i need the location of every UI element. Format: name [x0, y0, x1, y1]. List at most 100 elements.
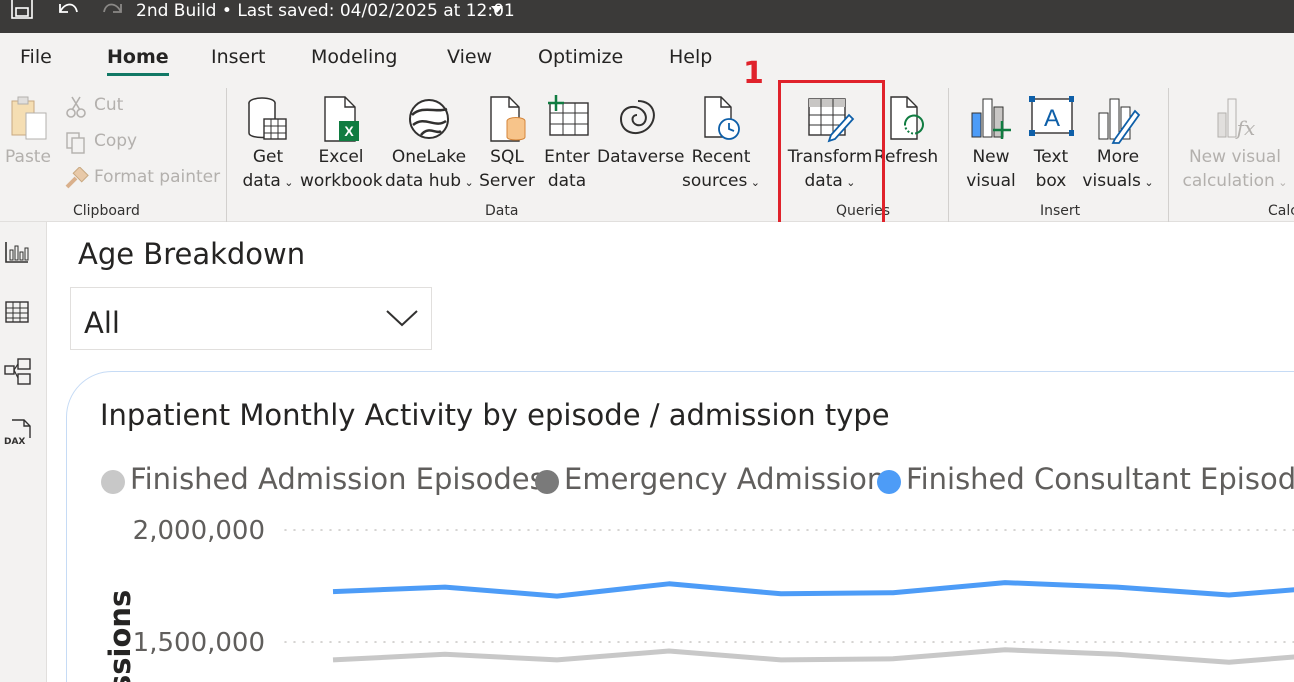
new-visual-label-2: visual [966, 171, 1016, 191]
more-visuals-button[interactable]: More visuals ⌄ [1082, 95, 1154, 195]
refresh-icon [890, 96, 924, 140]
page-heading: Age Breakdown [78, 237, 306, 271]
enter-data-label: Enter [544, 147, 590, 167]
dropdown-caret-icon[interactable] [491, 6, 503, 13]
dataverse-icon [619, 100, 655, 135]
text-box-label-2: box [1035, 171, 1067, 191]
tab-file[interactable]: File [20, 46, 52, 68]
chevron-down-icon: ⌄ [747, 176, 761, 189]
chevron-down-icon: ⌄ [280, 176, 294, 189]
sql-server-icon [490, 96, 526, 142]
document-title[interactable]: 2nd Build • Last saved: 04/02/2025 at 12… [136, 1, 515, 21]
tab-help[interactable]: Help [669, 46, 712, 68]
text-box-icon: A [1029, 96, 1074, 136]
new-visual-label: New [972, 147, 1010, 167]
chevron-down-icon: ⌄ [1140, 176, 1154, 189]
format-painter-label: Format painter [94, 167, 221, 187]
get-data-button[interactable]: Get data ⌄ [238, 95, 298, 195]
cut-label: Cut [94, 95, 124, 115]
table-view-icon[interactable] [4, 300, 30, 324]
step-number-annotation: 1 [743, 56, 764, 91]
tab-optimize[interactable]: Optimize [538, 46, 623, 68]
y-axis-label: ssions [103, 590, 137, 682]
clipboard-group-label: Clipboard [73, 203, 140, 219]
sql-label: SQL [490, 147, 524, 167]
insert-group-label: Insert [1040, 203, 1081, 219]
new-visual-calc-label: New visual [1188, 147, 1282, 167]
tab-home[interactable]: Home [107, 46, 169, 76]
tab-view[interactable]: View [447, 46, 492, 68]
report-view-icon[interactable] [4, 240, 30, 264]
recent-sources-button[interactable]: Recent sources ⌄ [682, 95, 760, 195]
excel-label-2: workbook [300, 171, 383, 191]
save-icon[interactable] [10, 0, 36, 20]
chevron-down-icon [386, 310, 418, 327]
slicer-value: All [84, 306, 120, 340]
get-data-label-2: data [242, 171, 281, 191]
copy-label: Copy [94, 131, 138, 151]
title-separator: • [221, 1, 232, 21]
chevron-down-icon: ⌄ [1274, 176, 1288, 189]
copy-button[interactable]: Copy [64, 131, 184, 155]
line-chart-visual[interactable]: Inpatient Monthly Activity by episode / … [66, 371, 1294, 682]
group-divider [226, 88, 227, 223]
paste-label: Paste [5, 147, 51, 167]
last-saved-text: Last saved: 04/02/2025 at 12:01 [237, 1, 515, 21]
onelake-label: OneLake [391, 147, 467, 167]
onelake-data-hub-button[interactable]: OneLake data hub ⌄ [385, 95, 474, 195]
tab-modeling[interactable]: Modeling [311, 46, 397, 68]
new-visual-icon [971, 98, 1011, 139]
new-visual-button[interactable]: New visual [964, 95, 1018, 193]
text-box-label: Text [1033, 147, 1069, 167]
excel-workbook-button[interactable]: X Excel workbook [300, 95, 383, 193]
enter-data-icon [548, 95, 589, 136]
series-line-0[interactable] [332, 647, 1294, 665]
y-tick-label: 1,500,000 [133, 628, 265, 658]
redo-icon[interactable] [100, 0, 126, 20]
tab-insert[interactable]: Insert [211, 46, 266, 68]
onelake-label-2: data hub [385, 171, 462, 191]
document-name: 2nd Build [136, 1, 217, 21]
calculations-group-label: Calculations [1268, 203, 1294, 219]
text-box-button[interactable]: A Text box [1024, 95, 1078, 193]
enter-data-button[interactable]: Enter data [541, 95, 593, 193]
sql-label-2: Server [479, 171, 535, 191]
title-bar: 2nd Build • Last saved: 04/02/2025 at 12… [0, 0, 1294, 33]
sql-server-button[interactable]: SQL Server [479, 95, 535, 193]
onelake-icon [409, 99, 449, 139]
new-visual-calc-label-2: calculation [1182, 171, 1275, 191]
highlight-box [778, 80, 885, 226]
svg-text:X: X [344, 123, 354, 139]
dax-query-view-icon[interactable]: DAX [4, 418, 34, 446]
recent-label: Recent [691, 147, 751, 167]
chevron-down-icon: ⌄ [461, 176, 474, 189]
series-line-2[interactable] [332, 580, 1294, 599]
more-visuals-label-2: visuals [1082, 171, 1141, 191]
y-tick-label: 2,000,000 [133, 516, 265, 546]
paste-icon [11, 96, 47, 140]
model-view-icon[interactable] [4, 358, 32, 386]
scissors-icon [66, 96, 86, 118]
more-visuals-label: More [1096, 147, 1140, 167]
format-painter-button[interactable]: Format painter [64, 167, 220, 191]
database-icon [248, 97, 287, 140]
paste-button[interactable]: Paste [4, 95, 52, 169]
more-visuals-icon [1098, 98, 1141, 144]
recent-label-2: sources [682, 171, 748, 191]
ribbon: File Home Insert Modeling View Optimize … [0, 33, 1294, 223]
cut-button[interactable]: Cut [64, 95, 184, 119]
dataverse-button[interactable]: Dataverse [597, 95, 685, 169]
excel-label: Excel [318, 147, 364, 167]
svg-text:A: A [1044, 105, 1060, 132]
chart-plot-area: 2,000,000 1,500,000ssions [103, 516, 1294, 682]
fx-icon: fx [1217, 98, 1255, 140]
age-slicer-dropdown[interactable]: All [70, 287, 432, 350]
dataverse-label: Dataverse [597, 147, 685, 167]
view-switcher: DAX [0, 222, 47, 682]
undo-icon[interactable] [55, 0, 81, 20]
data-group-label: Data [485, 203, 519, 219]
excel-icon: X [324, 96, 359, 142]
paintbrush-icon [65, 167, 89, 189]
new-visual-calculation-button[interactable]: fx New visual calculation ⌄ [1180, 95, 1290, 195]
enter-data-label-2: data [547, 171, 587, 191]
